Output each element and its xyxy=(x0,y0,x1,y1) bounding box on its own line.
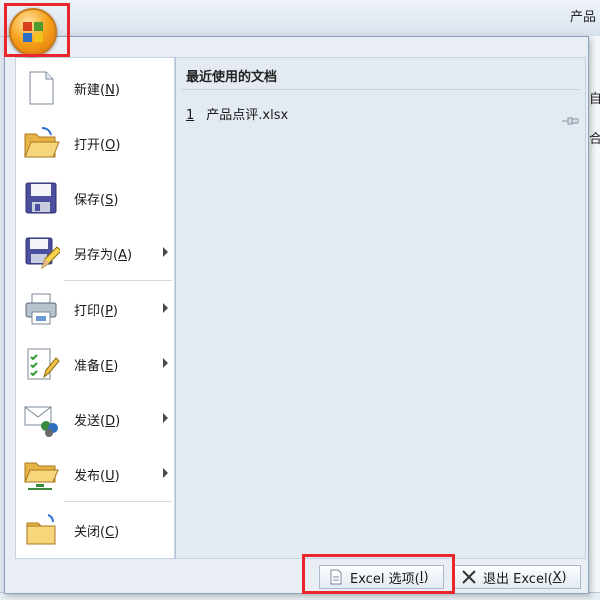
pin-icon[interactable] xyxy=(562,110,580,125)
office-button-highlight xyxy=(4,3,70,57)
menu-item-open[interactable]: 打开(O) xyxy=(16,116,176,170)
close-folder-icon xyxy=(22,511,60,549)
exit-excel-button[interactable]: 退出 Excel(X) xyxy=(452,565,581,589)
recent-file-index: 1 xyxy=(186,108,195,123)
excel-ribbon-background xyxy=(0,0,600,37)
printer-icon xyxy=(22,290,60,328)
right-edge-text: 合 xyxy=(589,132,600,147)
submenu-arrow-icon xyxy=(163,468,168,478)
submenu-arrow-icon xyxy=(163,303,168,313)
menu-item-label: 另存为(A) xyxy=(74,247,133,263)
menu-separator xyxy=(64,280,172,281)
menu-item-save[interactable]: 保存(S) xyxy=(16,171,176,225)
menu-item-publish[interactable]: 发布(U) xyxy=(16,447,176,501)
save-floppy-icon xyxy=(22,179,60,217)
recent-file-item[interactable]: 1 产品点评.xlsx xyxy=(186,104,288,123)
menu-item-close[interactable]: 关闭(C) xyxy=(16,503,176,557)
menu-item-label: 发送(D) xyxy=(74,413,121,429)
menu-item-label: 保存(S) xyxy=(74,192,119,208)
close-x-icon xyxy=(462,570,476,584)
menu-separator xyxy=(64,501,172,502)
save-as-icon xyxy=(22,234,62,272)
menu-item-new[interactable]: 新建(N) xyxy=(16,61,176,115)
menu-item-print[interactable]: 打印(P) xyxy=(16,282,176,336)
excel-options-highlight xyxy=(302,554,455,594)
menu-item-save-as[interactable]: 另存为(A) xyxy=(16,226,176,280)
send-mail-icon xyxy=(22,400,60,438)
recent-documents-panel: 最近使用的文档 1 产品点评.xlsx xyxy=(175,57,586,559)
prepare-checklist-icon xyxy=(22,345,60,383)
window-title: 产品 xyxy=(570,10,597,25)
menu-item-label: 打印(P) xyxy=(74,303,118,319)
new-document-icon xyxy=(22,69,60,107)
menu-item-label: 关闭(C) xyxy=(74,524,120,540)
submenu-arrow-icon xyxy=(163,358,168,368)
menu-item-label: 准备(E) xyxy=(74,358,119,374)
menu-item-label: 发布(U) xyxy=(74,468,120,484)
menu-item-label: 新建(N) xyxy=(74,82,120,98)
publish-folder-icon xyxy=(22,455,60,493)
sheet-right-edge xyxy=(588,36,600,599)
recent-title-divider xyxy=(182,89,580,90)
submenu-arrow-icon xyxy=(163,247,168,257)
menu-item-label: 打开(O) xyxy=(74,137,121,153)
recent-documents-title: 最近使用的文档 xyxy=(186,70,278,85)
submenu-arrow-icon xyxy=(163,413,168,423)
menu-item-send[interactable]: 发送(D) xyxy=(16,392,176,446)
recent-file-name: 产品点评.xlsx xyxy=(206,108,289,123)
menu-commands: 新建(N) 打开(O) 保存(S) 另存为(A) 打印(P) 准备(E) 发送(… xyxy=(15,57,175,559)
office-menu: 新建(N) 打开(O) 保存(S) 另存为(A) 打印(P) 准备(E) 发送(… xyxy=(4,36,589,594)
menu-item-prepare[interactable]: 准备(E) xyxy=(16,337,176,391)
right-edge-text: 自 xyxy=(589,92,600,107)
open-folder-icon xyxy=(22,124,60,162)
